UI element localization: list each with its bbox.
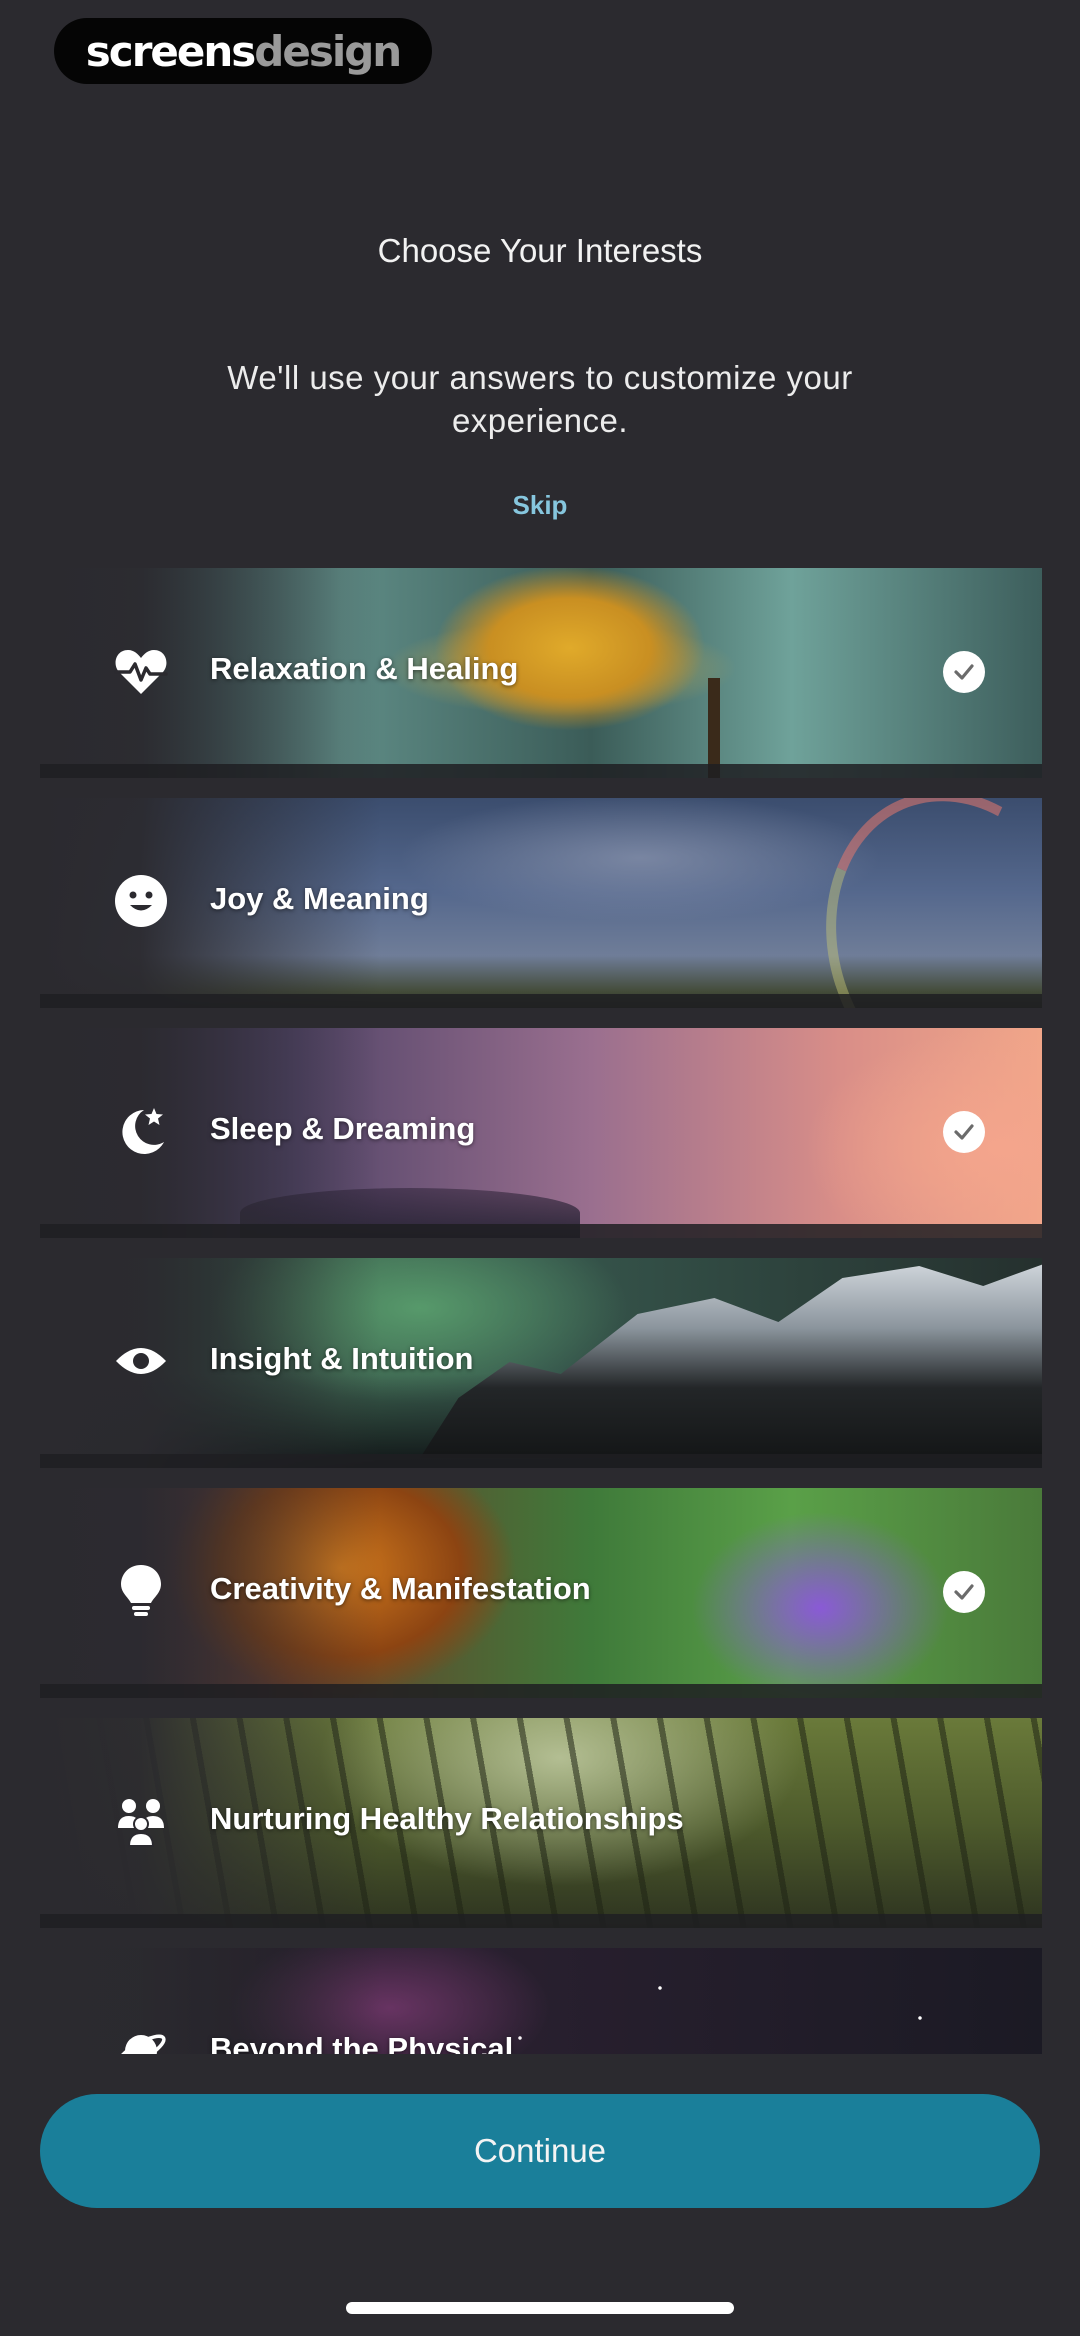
page-subtitle: We'll use your answers to customize your…: [227, 359, 853, 439]
planet-icon: [114, 2024, 168, 2054]
interest-item-insight[interactable]: Insight & Intuition: [40, 1258, 1042, 1468]
continue-button[interactable]: Continue: [40, 2094, 1040, 2208]
home-indicator[interactable]: [346, 2302, 734, 2314]
lightbulb-icon: [114, 1564, 168, 1618]
interest-label: Joy & Meaning: [210, 881, 429, 916]
skip-link[interactable]: Skip: [0, 490, 1080, 521]
eye-icon: [114, 1334, 168, 1388]
checkmark-icon: [943, 651, 985, 693]
page-title: Choose Your Interests: [377, 232, 703, 269]
watermark-logo: screens design: [54, 18, 432, 84]
moon-star-icon: [114, 1104, 168, 1158]
interest-item-joy[interactable]: Joy & Meaning: [40, 798, 1042, 1008]
interest-label: Sleep & Dreaming: [210, 1111, 476, 1146]
interest-item-relaxation[interactable]: Relaxation & Healing: [40, 568, 1042, 778]
interests-list[interactable]: Relaxation & Healing Joy & Meaning Sleep…: [40, 568, 1042, 2054]
interest-item-sleep[interactable]: Sleep & Dreaming: [40, 1028, 1042, 1238]
interest-label: Beyond the Physical: [210, 2031, 514, 2054]
checkmark-icon: [943, 1571, 985, 1613]
interest-item-beyond[interactable]: Beyond the Physical: [40, 1948, 1042, 2054]
interest-label: Relaxation & Healing: [210, 651, 519, 686]
interest-item-relationships[interactable]: Nurturing Healthy Relationships: [40, 1718, 1042, 1928]
smiley-icon: [114, 874, 168, 928]
interest-label: Creativity & Manifestation: [210, 1571, 591, 1606]
watermark-text-part2: design: [254, 26, 402, 76]
interest-label: Insight & Intuition: [210, 1341, 474, 1376]
interest-item-creativity[interactable]: Creativity & Manifestation: [40, 1488, 1042, 1698]
checkmark-icon: [943, 1111, 985, 1153]
interest-label: Nurturing Healthy Relationships: [210, 1801, 684, 1836]
people-icon: [114, 1794, 168, 1848]
watermark-text-part1: screens: [85, 26, 256, 76]
heart-pulse-icon: [114, 644, 168, 698]
